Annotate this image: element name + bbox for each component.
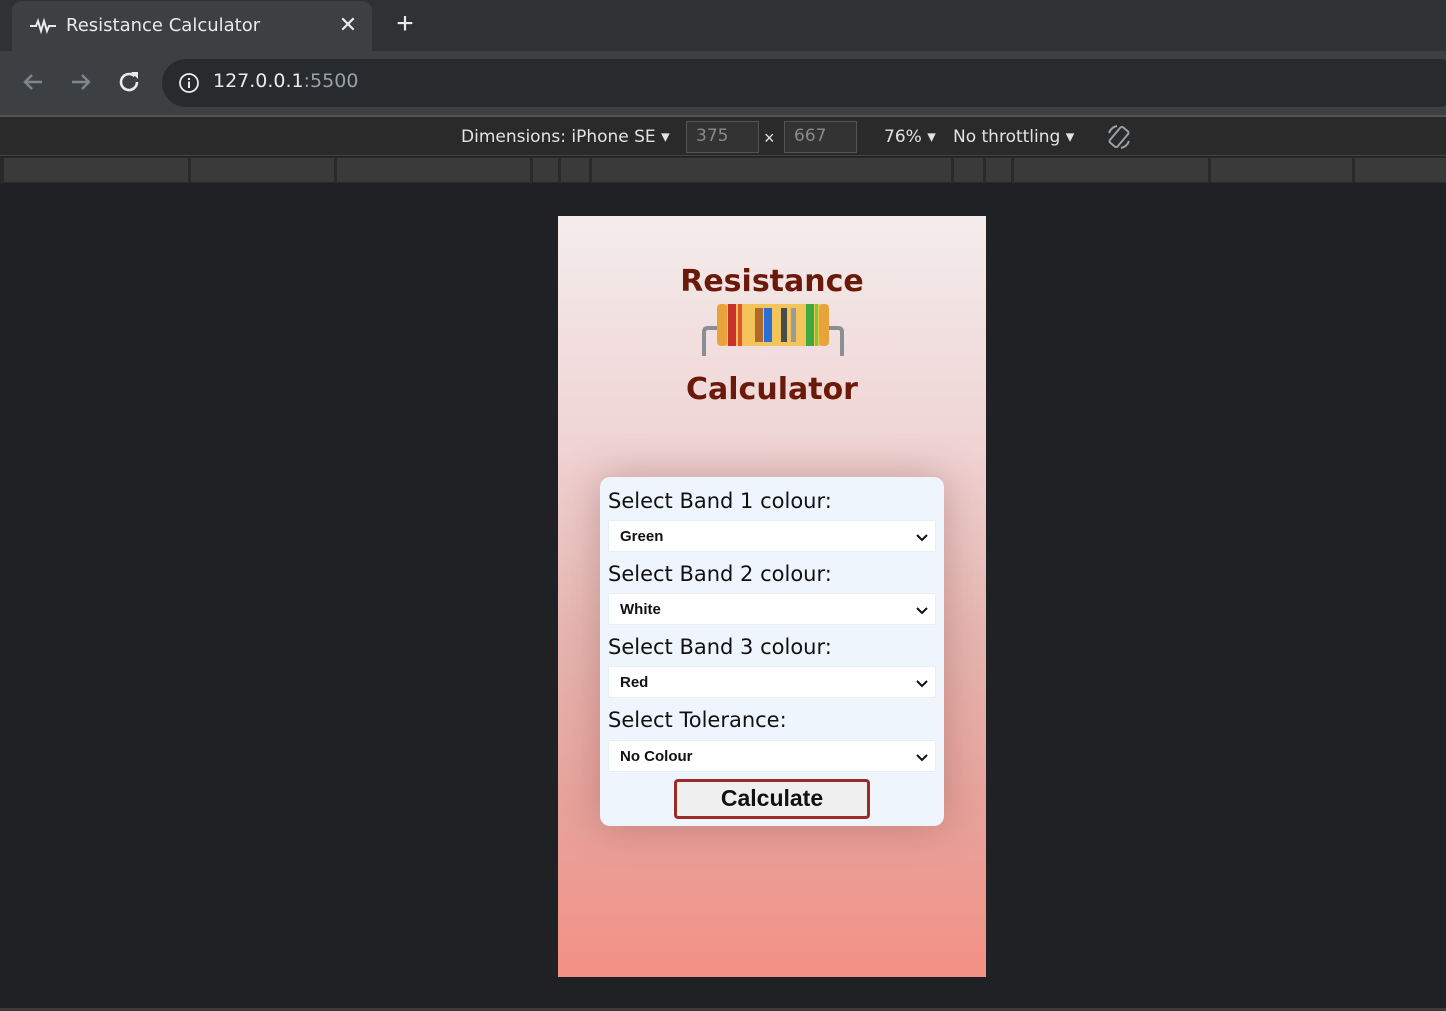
device-screen: Resistance Calculator Select Band 1 colo…: [558, 216, 986, 977]
width-input[interactable]: 375: [686, 121, 759, 153]
media-query-segment[interactable]: [533, 158, 558, 182]
media-query-segment[interactable]: [954, 158, 983, 182]
browser-tab[interactable]: Resistance Calculator ✕: [12, 1, 372, 51]
new-tab-icon[interactable]: +: [392, 9, 418, 39]
caret-down-icon: ▾: [927, 127, 936, 147]
media-query-bar: [0, 157, 1446, 183]
media-query-segment[interactable]: [1014, 158, 1208, 182]
calculator-form: Select Band 1 colour: Green Select Band …: [600, 477, 944, 826]
media-query-segment[interactable]: [986, 158, 1011, 182]
zoom-dropdown[interactable]: 76% ▾: [884, 127, 936, 147]
tolerance-label: Select Tolerance:: [608, 708, 787, 732]
resistor-favicon-icon: [30, 18, 56, 34]
close-tab-icon[interactable]: ✕: [338, 13, 358, 37]
address-bar[interactable]: 127.0.0.1:5500: [162, 59, 1446, 107]
band-3-selected-value: Red: [620, 674, 649, 691]
band-2-select[interactable]: White: [608, 593, 936, 625]
band-3-label: Select Band 3 colour:: [608, 635, 832, 659]
band-1-selected-value: Green: [620, 528, 664, 545]
height-input[interactable]: 667: [784, 121, 857, 153]
dimensions-dropdown[interactable]: Dimensions: iPhone SE ▾: [461, 127, 670, 147]
media-query-segment[interactable]: [337, 158, 530, 182]
page-title-bottom: Calculator: [686, 372, 858, 407]
site-info-icon[interactable]: [178, 72, 200, 94]
page-title-top: Resistance: [680, 264, 864, 299]
tolerance-select[interactable]: No Colour: [608, 740, 936, 772]
rotate-icon[interactable]: [1105, 123, 1133, 151]
band-1-label: Select Band 1 colour:: [608, 489, 832, 513]
device-toolbar: Dimensions: iPhone SE ▾ 375 × 667 76% ▾ …: [0, 115, 1446, 156]
band-1-select[interactable]: Green: [608, 520, 936, 552]
media-query-segment[interactable]: [592, 158, 951, 182]
resistor-icon: [702, 304, 844, 356]
media-query-segment[interactable]: [4, 158, 188, 182]
band-3-select[interactable]: Red: [608, 666, 936, 698]
tab-title: Resistance Calculator: [66, 15, 261, 36]
chevron-down-icon: [916, 534, 928, 542]
throttling-dropdown[interactable]: No throttling ▾: [953, 127, 1074, 147]
url-port: :5500: [303, 70, 359, 92]
url-host: 127.0.0.1: [213, 70, 304, 92]
caret-down-icon: ▾: [661, 127, 670, 147]
chevron-down-icon: [916, 680, 928, 688]
band-2-selected-value: White: [620, 601, 661, 618]
caret-down-icon: ▾: [1065, 127, 1075, 147]
media-query-segment[interactable]: [1355, 158, 1446, 182]
media-query-segment[interactable]: [1211, 158, 1352, 182]
dimensions-label: Dimensions: iPhone SE: [461, 127, 656, 147]
throttling-label: No throttling: [953, 127, 1061, 147]
browser-toolbar: 127.0.0.1:5500: [0, 51, 1446, 115]
url-text: 127.0.0.1:5500: [213, 70, 358, 92]
forward-arrow-icon[interactable]: [66, 67, 96, 97]
chevron-down-icon: [916, 754, 928, 762]
back-arrow-icon[interactable]: [18, 67, 48, 97]
chevron-down-icon: [916, 607, 928, 615]
calculate-button[interactable]: Calculate: [674, 779, 870, 819]
tolerance-selected-value: No Colour: [620, 748, 693, 765]
zoom-label: 76%: [884, 127, 922, 147]
media-query-segment[interactable]: [561, 158, 589, 182]
band-2-label: Select Band 2 colour:: [608, 562, 832, 586]
dimension-separator: ×: [764, 128, 775, 148]
media-query-segment[interactable]: [191, 158, 334, 182]
reload-icon[interactable]: [114, 67, 144, 97]
tab-strip: Resistance Calculator ✕ +: [0, 0, 1446, 51]
